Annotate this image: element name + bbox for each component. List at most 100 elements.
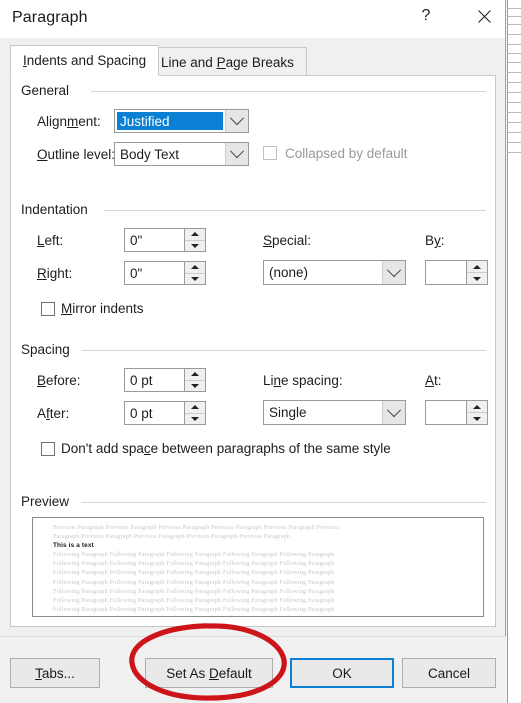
right-indent-stepper[interactable] [184, 261, 206, 285]
arrow-up-icon [191, 265, 199, 270]
arrow-down-icon [191, 276, 199, 281]
arrow-up-icon [191, 232, 199, 237]
chevron-down-icon [386, 262, 402, 277]
dialog-footer: Tabs... Set As Default OK Cancel [0, 636, 506, 703]
at-stepper[interactable] [466, 400, 488, 425]
special-value: (none) [269, 265, 309, 280]
cancel-button[interactable]: Cancel [402, 658, 496, 688]
left-indent-stepper[interactable] [184, 228, 206, 252]
right-indent-increment[interactable] [185, 262, 205, 274]
preview-sample-text: This is a text [53, 542, 94, 550]
preview-box: Previous Paragraph Previous Paragraph Pr… [32, 517, 484, 617]
right-indent-decrement[interactable] [185, 274, 205, 285]
special-label: Special: [263, 233, 312, 248]
right-indent-label: Right: [37, 266, 73, 281]
title-bar: Paragraph ? [0, 0, 505, 38]
spacing-group-rule [82, 350, 486, 351]
background-document [507, 0, 521, 703]
dialog-right-edge [507, 0, 508, 703]
preview-following-line: Following Paragraph Following Paragraph … [53, 614, 475, 616]
alignment-dropdown-arrow[interactable] [225, 110, 248, 132]
arrow-down-icon [191, 416, 199, 421]
arrow-up-icon [191, 405, 199, 410]
arrow-down-icon [473, 416, 481, 421]
special-dropdown-arrow[interactable] [382, 261, 405, 284]
arrow-down-icon [473, 276, 481, 281]
spacing-group-label: Spacing [21, 342, 76, 357]
spacing-before-input[interactable]: 0 pt [124, 368, 187, 392]
preview-previous-line-1: Previous Paragraph Previous Paragraph Pr… [53, 524, 340, 531]
line-spacing-value: Single [269, 405, 307, 420]
line-spacing-dropdown-arrow[interactable] [382, 401, 405, 424]
spacing-before-stepper[interactable] [184, 368, 206, 392]
right-indent-input[interactable]: 0" [124, 261, 187, 285]
collapsed-by-default-label: Collapsed by default [285, 146, 408, 161]
set-as-default-button[interactable]: Set As Default [145, 658, 273, 688]
dont-add-space-label: Don't add space between paragraphs of th… [61, 441, 391, 456]
dont-add-space-checkbox[interactable] [41, 442, 55, 456]
mirror-indents-label: Mirror indents [61, 301, 144, 316]
spacing-after-stepper[interactable] [184, 401, 206, 425]
question-mark-icon: ? [421, 7, 431, 24]
preview-following-line: Following Paragraph Following Paragraph … [53, 596, 335, 604]
close-button[interactable] [462, 0, 506, 32]
at-label: At: [425, 373, 442, 388]
spacing-after-input[interactable]: 0 pt [124, 401, 187, 425]
tabs-button[interactable]: Tabs... [10, 658, 100, 688]
alignment-value: Justified [117, 112, 223, 130]
arrow-up-icon [191, 372, 199, 377]
outline-level-value: Body Text [120, 146, 180, 162]
spacing-before-decrement[interactable] [185, 381, 205, 392]
preview-group-label: Preview [21, 494, 76, 509]
close-icon [477, 9, 491, 23]
set-as-default-button-label: Set As Default [166, 665, 252, 681]
by-stepper[interactable] [466, 260, 488, 285]
tab-indents-and-spacing[interactable]: Indents and Spacing [10, 45, 160, 76]
left-indent-increment[interactable] [185, 229, 205, 241]
by-decrement[interactable] [467, 273, 487, 284]
dialog-title: Paragraph [12, 9, 88, 26]
outline-level-dropdown-arrow[interactable] [225, 143, 248, 165]
preview-following-line: Following Paragraph Following Paragraph … [53, 551, 335, 559]
preview-following-line: Following Paragraph Following Paragraph … [53, 569, 335, 577]
spacing-after-decrement[interactable] [185, 414, 205, 425]
ok-button-label: OK [332, 665, 352, 681]
cancel-button-label: Cancel [427, 665, 471, 681]
spacing-after-increment[interactable] [185, 402, 205, 414]
alignment-combo[interactable]: Justified [114, 109, 249, 133]
spacing-after-label: After: [37, 406, 70, 421]
mirror-indents-checkbox[interactable] [41, 302, 55, 316]
help-button[interactable]: ? [404, 0, 448, 32]
spacing-before-label: Before: [37, 373, 81, 388]
tabs-button-label: Tabs... [35, 665, 75, 681]
spacing-before-increment[interactable] [185, 369, 205, 381]
preview-group-rule [81, 502, 486, 503]
by-increment[interactable] [467, 261, 487, 273]
general-group-label: General [21, 83, 76, 98]
line-spacing-label: Line spacing: [263, 373, 343, 388]
indentation-group-label: Indentation [21, 202, 94, 217]
screen-root: Paragraph ? Line and Page Breaks Indents… [0, 0, 521, 703]
preview-following-line: Following Paragraph Following Paragraph … [53, 605, 335, 613]
line-spacing-combo[interactable]: Single [263, 400, 406, 425]
outline-level-label: Outline level: [37, 147, 116, 162]
chevron-down-icon [229, 111, 245, 126]
alignment-label: Alignment: [37, 114, 101, 129]
tab-line-and-page-breaks[interactable]: Line and Page Breaks [148, 47, 307, 76]
special-combo[interactable]: (none) [263, 260, 406, 285]
chevron-down-icon [386, 402, 402, 417]
arrow-up-icon [473, 404, 481, 409]
at-decrement[interactable] [467, 413, 487, 424]
preview-following-line: Following Paragraph Following Paragraph … [53, 587, 335, 595]
general-group-rule [91, 91, 486, 92]
by-label: By: [425, 233, 445, 248]
tab-indents-and-spacing-label: Indents and Spacing [23, 53, 147, 68]
left-indent-input[interactable]: 0" [124, 228, 187, 252]
ok-button[interactable]: OK [290, 658, 394, 688]
left-indent-label: Left: [37, 233, 64, 248]
outline-level-combo[interactable]: Body Text [114, 142, 249, 166]
at-increment[interactable] [467, 401, 487, 413]
collapsed-by-default-checkbox [263, 146, 277, 160]
arrow-up-icon [473, 264, 481, 269]
left-indent-decrement[interactable] [185, 241, 205, 252]
